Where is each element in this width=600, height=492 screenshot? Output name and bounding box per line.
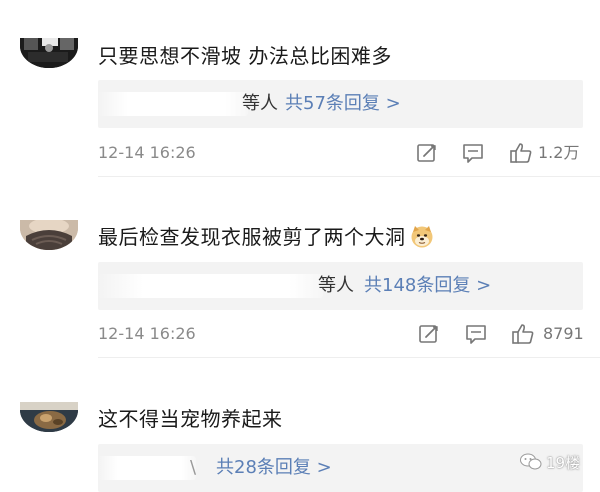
comment-time: 12-14 16:26 [98,143,196,162]
reply-preview[interactable]: 等人 共148条回复 > [98,262,583,310]
divider [98,176,600,177]
edit-icon[interactable] [414,140,440,166]
like-count: 8791 [543,324,584,343]
thumbs-up-icon[interactable] [508,140,534,166]
view-replies-link[interactable]: 共28条回复 > [216,455,332,481]
avatar[interactable] [20,210,78,250]
comment-text: 这不得当宠物养起来 [98,407,283,431]
comment-time: 12-14 16:26 [98,324,196,343]
comment-text: 只要思想不滑坡 办法总比困难多 [98,44,392,68]
reply-fragment: 等人 [242,93,278,114]
doge-emoji [411,226,432,248]
redacted-names [98,274,323,298]
reply-fragment: 等人 [318,275,354,296]
redacted-names [98,456,196,480]
view-replies-link[interactable]: 共57条回复 > [285,91,401,117]
comment-icon[interactable] [460,140,486,166]
avatar[interactable] [20,28,78,68]
comment-meta: 12-14 16:26 8791 [98,321,588,347]
wechat-icon [520,453,542,470]
avatar[interactable] [20,392,78,432]
comment-text: 最后检查发现衣服被剪了两个大洞 [98,224,434,250]
watermark: 19楼 [520,450,580,474]
reply-preview[interactable]: \ 共28条回复 > [98,444,583,492]
edit-icon[interactable] [416,321,442,347]
comment-icon[interactable] [463,321,489,347]
divider [98,357,600,358]
comment-meta: 12-14 16:26 1.2万 [98,140,588,166]
reply-fragment: \ [190,457,197,478]
like-count: 1.2万 [538,143,580,162]
thumbs-up-icon[interactable] [510,321,536,347]
reply-preview[interactable]: 等人 共57条回复 > [98,80,583,128]
redacted-names [98,92,248,116]
view-replies-link[interactable]: 共148条回复 > [364,273,491,299]
comment-text-content: 最后检查发现衣服被剪了两个大洞 [98,225,406,249]
watermark-label: 19楼 [546,453,581,472]
